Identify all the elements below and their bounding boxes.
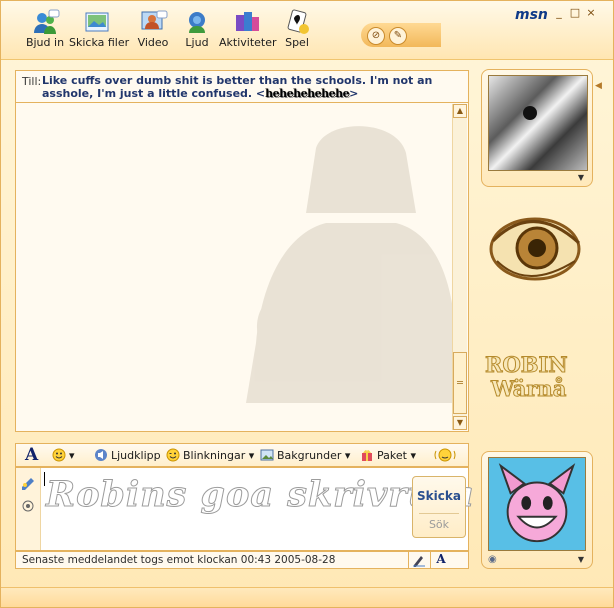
name-line-2: Wärnå <box>491 376 567 401</box>
pen-icon <box>413 556 425 567</box>
video-icon <box>141 10 168 30</box>
activities-icon <box>236 12 259 31</box>
to-label: Till: <box>22 75 42 88</box>
last-message-status: Senaste meddelandet togs emot klockan 00… <box>22 554 336 566</box>
activities-button[interactable]: Aktiviteter <box>219 9 277 53</box>
search-button[interactable]: Sök <box>419 513 459 531</box>
backgrounds-button[interactable]: Bakgrunder ▾ <box>260 448 350 462</box>
compose-watermark[interactable]: Robins goa skrivruta <box>46 474 475 516</box>
toolbar-extras: ⊘ ✎ <box>361 23 441 47</box>
send-files-icon <box>85 12 109 32</box>
speaker-icon <box>95 449 107 461</box>
wink-icon <box>166 448 180 462</box>
minimize-button[interactable]: _ <box>551 6 567 19</box>
name-line-1: ROBIN <box>485 352 569 377</box>
collapse-panel-icon[interactable]: ◀ <box>595 81 602 91</box>
packages-button[interactable]: Paket ▾ <box>360 448 416 462</box>
to-field: Till: Like cuffs over dumb shit is bette… <box>15 70 469 102</box>
text-mode-button[interactable]: A <box>430 552 451 568</box>
my-status-icon[interactable]: ◉ <box>488 554 497 565</box>
send-button[interactable]: Skicka Sök <box>412 476 466 538</box>
sound-clip-label: Ljudklipp <box>111 449 161 462</box>
audio-button[interactable]: Ljud <box>169 9 225 53</box>
send-label: Skicka <box>417 489 461 503</box>
invite-people-icon <box>34 9 60 34</box>
scroll-thumb[interactable] <box>453 352 467 414</box>
compose-toolbar: A ▾ Ljudklipp Blinkningar ▾ Bakgrunder ▾… <box>15 443 469 467</box>
wink-button[interactable]: Blinkningar ▾ <box>166 448 254 462</box>
nudge-button[interactable] <box>434 448 459 462</box>
compose-side-panel <box>16 468 41 550</box>
audio-icon <box>189 12 205 33</box>
conversation-window: Bjud in Skicka filer Video Ljud Aktivite… <box>0 0 614 608</box>
close-button[interactable]: × <box>583 6 599 19</box>
msn-logo: msn <box>515 7 548 23</box>
change-display-button[interactable]: ✎ <box>389 27 407 45</box>
wink-label: Blinkningar <box>183 449 246 462</box>
backgrounds-label: Bakgrunder <box>277 449 342 462</box>
send-files-button[interactable]: Skicka filer <box>69 9 130 53</box>
packages-label: Paket <box>377 449 407 462</box>
contact-nickname: hehehehehehe <box>265 87 350 100</box>
contact-text: Like cuffs over dumb shit is better than… <box>42 74 433 100</box>
nudge-icon <box>434 448 456 462</box>
audio-label: Ljud <box>185 36 209 49</box>
invite-label: Bjud in <box>25 36 65 49</box>
contact-display-picture[interactable]: ▼ <box>481 69 593 187</box>
compose-area: Robins goa skrivruta Skicka Sök <box>15 467 474 551</box>
send-files-label: Skicka filer <box>69 36 130 49</box>
block-contact-button[interactable]: ⊘ <box>367 27 385 45</box>
scroll-down-button[interactable]: ▼ <box>453 416 467 430</box>
games-label: Spel <box>285 36 309 49</box>
activities-label: Aktiviteter <box>219 36 277 49</box>
games-button[interactable]: Spel <box>269 9 325 53</box>
smiley-icon <box>52 448 66 462</box>
emoticon-button[interactable]: ▾ <box>52 448 75 462</box>
background-picture-icon <box>260 449 274 461</box>
contact-photo <box>488 75 588 171</box>
handwriting-mode-icon[interactable] <box>20 474 36 490</box>
games-icon <box>287 9 309 34</box>
bottom-border <box>1 587 613 607</box>
chevron-down-icon[interactable]: ▼ <box>578 555 584 564</box>
personal-name-art: ROBIN Wärnå <box>485 352 595 401</box>
background-picture <box>246 126 456 403</box>
scroll-up-button[interactable]: ▲ <box>453 104 467 118</box>
sound-clip-button[interactable]: Ljudklipp <box>94 448 161 462</box>
status-bar: Senaste meddelandet togs emot klockan 00… <box>15 551 469 569</box>
conversation-scrollbar[interactable]: ▲ ▼ <box>452 104 467 430</box>
eye-artwork <box>489 217 581 281</box>
font-button[interactable]: A <box>25 445 38 465</box>
my-display-picture[interactable]: ◉ ▼ <box>481 451 593 569</box>
contact-display-name: Like cuffs over dumb shit is better than… <box>42 74 462 100</box>
contact-end: > <box>349 87 359 100</box>
window-controls: _ □ × <box>551 6 611 22</box>
gift-icon <box>362 450 372 461</box>
invite-button[interactable]: Bjud in <box>17 9 73 53</box>
conversation-history[interactable]: ▲ ▼ <box>15 102 469 432</box>
chevron-down-icon[interactable]: ▼ <box>578 173 584 182</box>
top-toolbar: Bjud in Skicka filer Video Ljud Aktivite… <box>1 1 613 60</box>
maximize-button[interactable]: □ <box>567 6 583 19</box>
text-cursor <box>44 472 45 486</box>
devil-smiley-picture <box>488 457 586 551</box>
handwriting-button[interactable] <box>408 552 429 568</box>
ink-mode-icon[interactable] <box>20 498 36 514</box>
